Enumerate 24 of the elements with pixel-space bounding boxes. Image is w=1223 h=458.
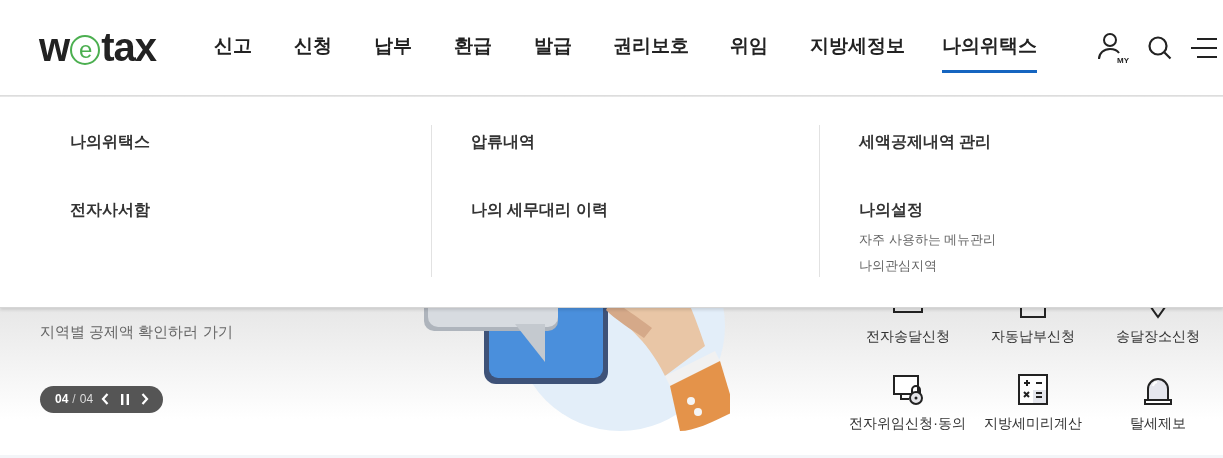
nav-tab[interactable]: 권리보호 [613, 21, 689, 74]
menu-link[interactable]: 전자사서함 [70, 193, 150, 227]
nav-tab[interactable]: 위임 [730, 21, 768, 74]
submenu-link[interactable]: 자주 사용하는 메뉴관리 [859, 227, 997, 253]
menu-link[interactable]: 나의 세무대리 이력 [471, 193, 608, 227]
nav-tab[interactable]: 발급 [534, 21, 572, 74]
nav-tab[interactable]: 신청 [294, 21, 332, 74]
nav-tab[interactable]: 신고 [214, 21, 252, 74]
menu-link[interactable]: 압류내역 [471, 125, 535, 159]
slide-pager: 04 / 04 [40, 385, 163, 413]
menu-link[interactable]: 세액공제내역 관리 [859, 125, 992, 159]
hero-caption: 지역별 공제액 확인하러 가기 [40, 322, 234, 342]
quick-service-link[interactable]: 전자위임신청·동의 [845, 372, 970, 455]
menu-link[interactable]: 나의위택스 [70, 125, 150, 159]
nav-tab[interactable]: 지방세정보 [809, 21, 905, 74]
nav-tab[interactable]: 납부 [374, 21, 412, 74]
nav-tab[interactable]: 나의위택스 [941, 21, 1037, 74]
nav-tab[interactable]: 환급 [454, 21, 492, 74]
my-page-button[interactable]: MY [1097, 30, 1129, 65]
logo[interactable]: w e tax [39, 27, 156, 67]
menu-link[interactable]: 나의설정 [859, 193, 923, 227]
quick-service-link[interactable]: 지방세미리계산 [970, 372, 1095, 455]
quick-service-link[interactable]: 탈세제보 [1095, 372, 1220, 455]
submenu-link[interactable]: 나의관심지역 [859, 253, 937, 279]
